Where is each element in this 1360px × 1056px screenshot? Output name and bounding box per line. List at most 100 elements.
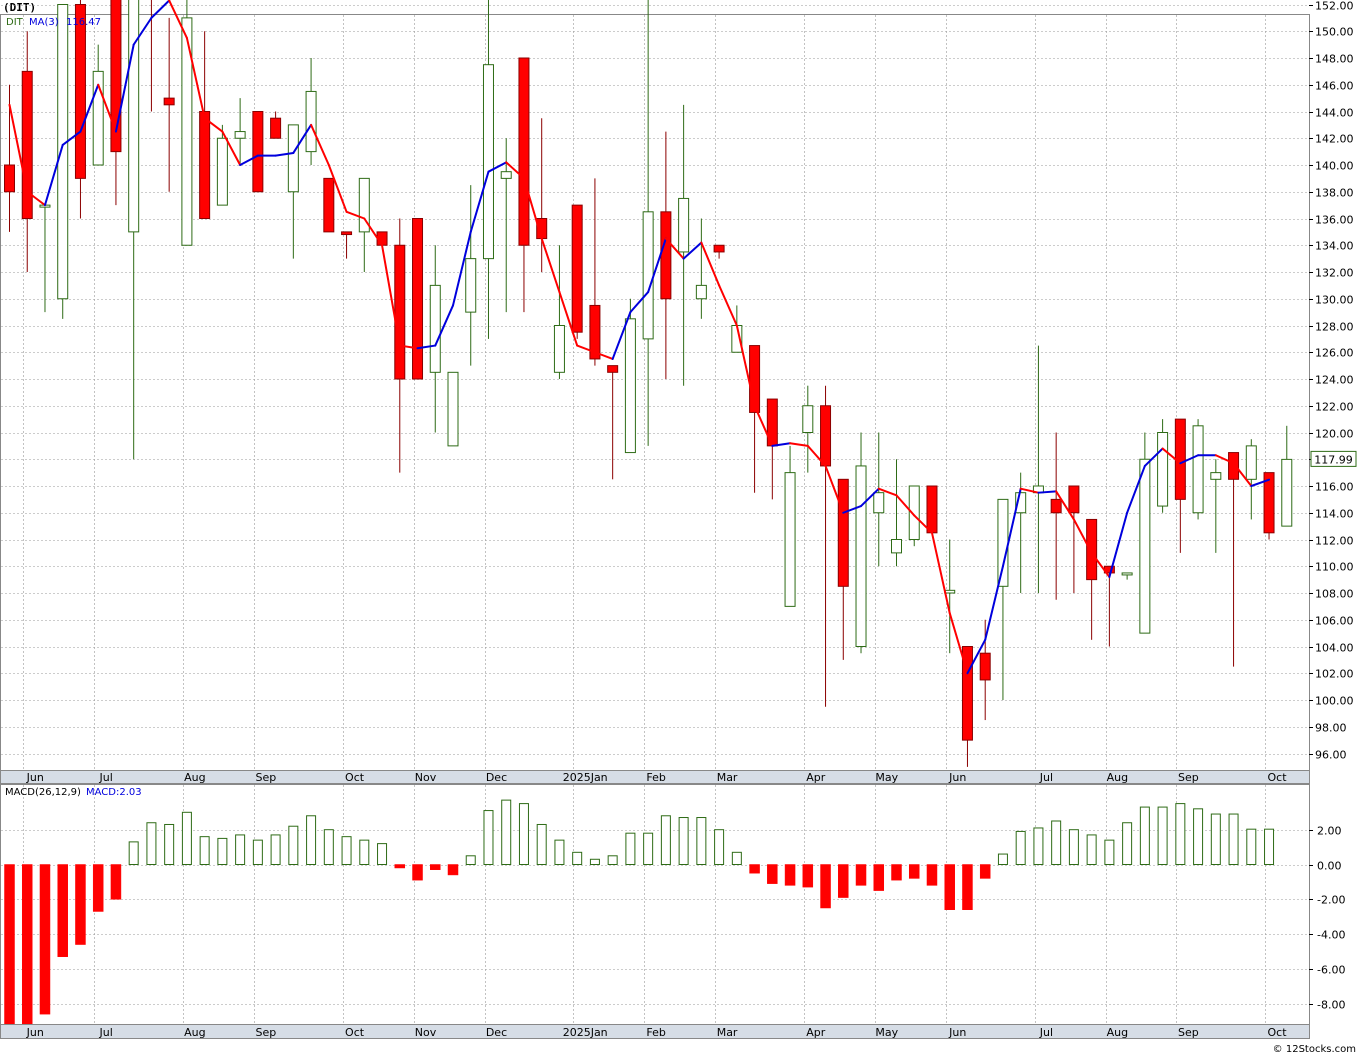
price-tick-label: 114.00 [1315, 508, 1354, 521]
candle-body [518, 57, 530, 246]
macd-bar [465, 855, 476, 865]
price-tick-label: 136.00 [1315, 214, 1354, 227]
macd-bar [696, 817, 707, 866]
ma-segment [1037, 490, 1058, 494]
macd-bar [270, 834, 281, 865]
candle-body [199, 111, 211, 219]
price-tick-label: 122.00 [1315, 401, 1354, 414]
price-tick-label: 100.00 [1315, 695, 1354, 708]
macd-bar [1122, 822, 1133, 865]
macd-bar [926, 864, 938, 886]
candle-body [837, 478, 849, 587]
macd-bar [643, 832, 654, 865]
macd-bar [838, 864, 849, 898]
macd-tick-label: -2.00 [1317, 894, 1345, 907]
candle-body [979, 652, 991, 681]
legend-ma-value: 116.47 [66, 17, 101, 28]
candle-body [1245, 445, 1257, 480]
macd-bar [944, 864, 955, 910]
candle-body [74, 4, 86, 179]
macd-bar [820, 864, 831, 909]
macd-bar [412, 864, 423, 881]
macd-bar [607, 855, 618, 865]
macd-bar [288, 825, 299, 865]
macd-bar [75, 864, 86, 945]
macd-bar [377, 843, 388, 865]
macd-bar [784, 864, 796, 886]
macd-bar [678, 817, 689, 866]
candle-body [394, 244, 406, 380]
macd-legend-label: MACD(26,12,9) [5, 787, 81, 798]
macd-bar [39, 864, 51, 1015]
price-tick-label: 120.00 [1315, 428, 1354, 441]
macd-bar [1193, 808, 1204, 866]
month-label: Dec [486, 771, 507, 784]
price-panel: 96.00 98.00 100.00 102.00 104.00 106.00 108.00… [0, 0, 1357, 771]
month-label: Jul [99, 1026, 113, 1039]
month-label: Aug [184, 771, 205, 784]
macd-tick-label: -8.00 [1317, 999, 1345, 1012]
candle-body [1086, 518, 1098, 581]
macd-bar [483, 810, 494, 865]
month-label: Mar [717, 771, 738, 784]
macd-bar [873, 864, 885, 891]
price-tick-label: 150.00 [1315, 26, 1354, 39]
candle-body [997, 498, 1009, 587]
month-label: Jul [99, 771, 113, 784]
candle-body [234, 131, 246, 139]
macd-bar [359, 839, 370, 866]
macd-bar [430, 864, 441, 870]
macd-bar [979, 864, 991, 879]
candle-body [1281, 458, 1293, 527]
candle-body [252, 111, 264, 193]
macd-bar [252, 839, 263, 866]
month-label: May [875, 1026, 898, 1039]
candle-body [341, 231, 353, 236]
macd-bar [1051, 820, 1062, 865]
macd-bar [323, 829, 334, 866]
month-label: Jun [26, 771, 44, 784]
chart-title: (DIT) [3, 1, 36, 14]
price-tick-label: 132.00 [1315, 267, 1354, 280]
price-tick-label: 134.00 [1315, 240, 1354, 253]
price-tick-label: 152.00 [1315, 0, 1354, 13]
macd-legend-value: MACD:2.03 [86, 787, 142, 798]
macd-bar [731, 851, 742, 866]
price-legend: DIT MA(3) 116.47 [6, 17, 101, 28]
macd-bar [1175, 803, 1186, 865]
candle-body [624, 318, 636, 454]
macd-bar [57, 864, 68, 957]
candle-body [713, 244, 725, 253]
macd-bar [21, 864, 33, 1025]
candle [447, 371, 459, 447]
macd-bar [802, 864, 814, 888]
macd-bar [536, 823, 547, 865]
month-label: Nov [415, 771, 437, 784]
macd-bar [1086, 834, 1097, 865]
candle-body [660, 211, 672, 300]
price-tick-label: 138.00 [1315, 187, 1354, 200]
macd-bar [1210, 813, 1221, 865]
macd-bar [962, 864, 973, 910]
candle-body [1068, 485, 1080, 514]
month-label: Apr [806, 771, 826, 784]
candle [1157, 419, 1169, 513]
stock-chart: (DIT) 96.00 98.00 100.00 102.00 104.00 106.00… [0, 0, 1360, 1056]
macd-bar [1139, 806, 1150, 866]
macd-bar [749, 864, 760, 874]
macd-panel: -8.00 -6.00 -4.00 -2.00 0.00 2.00 MACD(26,12,… [0, 784, 1345, 1025]
macd-bar [92, 864, 104, 912]
macd-bar [1033, 827, 1044, 866]
candle [412, 218, 424, 380]
macd-bar [146, 822, 157, 865]
month-label: Apr [806, 1026, 826, 1039]
candle-body [287, 124, 299, 193]
candle-body [305, 90, 317, 153]
candle [57, 4, 69, 319]
candle-body [873, 492, 885, 514]
candle-body [1050, 498, 1062, 514]
macd-bar [891, 864, 902, 881]
macd-bar [394, 864, 406, 869]
candle-body [465, 258, 477, 313]
macd-bar [855, 864, 867, 886]
